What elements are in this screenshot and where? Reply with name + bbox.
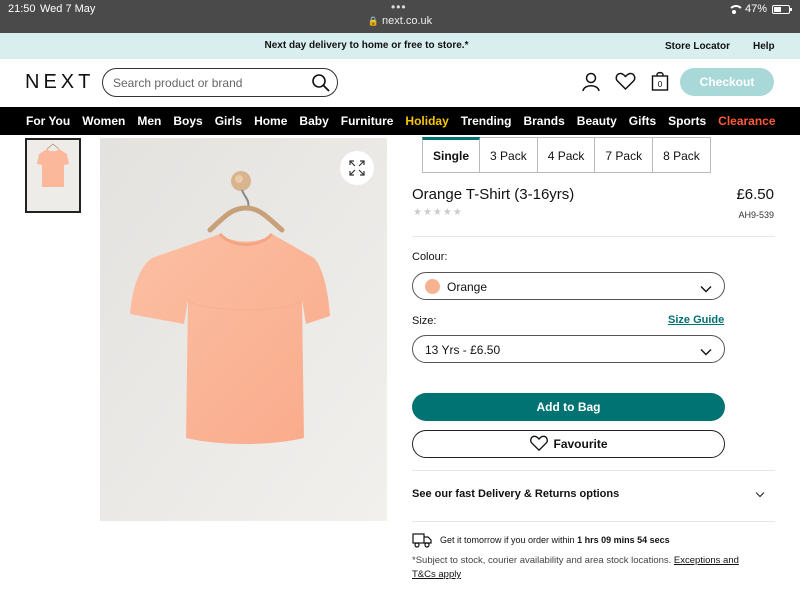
promo-bar: Next day delivery to home or free to sto… — [0, 33, 800, 59]
colour-value: Orange — [447, 280, 488, 294]
size-select[interactable]: 13 Yrs - £6.50 — [412, 335, 725, 363]
size-label: Size: — [412, 315, 437, 327]
battery-fill — [774, 6, 781, 12]
chevron-down-icon — [700, 282, 712, 296]
delivery-countdown: Get it tomorrow if you order within 1 hr… — [440, 535, 670, 545]
heart-icon — [530, 435, 549, 452]
pack-tab-single[interactable]: Single — [422, 137, 481, 173]
colour-label: Colour: — [412, 251, 448, 263]
pack-tab-4-pack[interactable]: 4 Pack — [537, 137, 596, 173]
nav-item-brands[interactable]: Brands — [523, 107, 564, 135]
bag-count: 0 — [658, 80, 663, 89]
checkout-button[interactable]: Checkout — [680, 68, 774, 96]
battery-icon — [772, 4, 792, 14]
promo-message: Next day delivery to home or free to sto… — [264, 40, 469, 51]
nav-item-furniture[interactable]: Furniture — [341, 107, 394, 135]
nav-item-clearance[interactable]: Clearance — [718, 107, 775, 135]
delivery-terms-text: *Subject to stock, courier availability … — [412, 555, 672, 566]
status-date: Wed 7 May — [40, 3, 96, 15]
shopping-bag-icon[interactable]: 0 — [651, 71, 669, 96]
nav-item-girls[interactable]: Girls — [215, 107, 242, 135]
divider — [412, 236, 775, 237]
pack-size-tabs: Single 3 Pack 4 Pack 7 Pack 8 Pack — [422, 137, 711, 173]
nav-item-beauty[interactable]: Beauty — [577, 107, 617, 135]
nav-item-sports[interactable]: Sports — [668, 107, 706, 135]
divider — [412, 470, 775, 471]
delivery-terms: *Subject to stock, courier availability … — [412, 554, 762, 582]
ios-status-bar: 21:50 Wed 7 May ••• 🔒 next.co.uk 47% — [0, 0, 800, 33]
next-logo[interactable]: NEXT — [25, 71, 94, 94]
pack-tab-3-pack[interactable]: 3 Pack — [480, 137, 538, 173]
search-icon[interactable] — [311, 73, 331, 98]
size-value: 13 Yrs - £6.50 — [425, 343, 501, 357]
wifi-icon — [727, 4, 744, 14]
store-locator-link[interactable]: Store Locator — [665, 41, 730, 52]
zoom-expand-button[interactable] — [340, 151, 374, 185]
nav-item-trending[interactable]: Trending — [461, 107, 512, 135]
pack-tab-8-pack[interactable]: 8 Pack — [653, 137, 711, 173]
delivery-returns-toggle[interactable]: See our fast Delivery & Returns options — [412, 488, 619, 500]
search-input[interactable]: Search product or brand — [102, 68, 338, 97]
favourite-label: Favourite — [553, 437, 608, 451]
colour-select[interactable]: Orange — [412, 272, 725, 300]
favourite-button[interactable]: Favourite — [412, 430, 725, 458]
main-nav: For You Women Men Boys Girls Home Baby Furnitur… — [0, 107, 800, 135]
colour-swatch — [425, 279, 440, 294]
favourites-heart-icon[interactable] — [615, 72, 636, 96]
chevron-down-icon — [700, 345, 712, 359]
rating-stars[interactable]: ★★★★★ — [413, 207, 463, 218]
account-icon[interactable] — [582, 72, 600, 97]
add-to-bag-button[interactable]: Add to Bag — [412, 393, 725, 421]
nav-list: For You Women Men Boys Girls Home Baby Furnitur… — [0, 107, 800, 135]
nav-item-baby[interactable]: Baby — [299, 107, 328, 135]
address-url: next.co.uk — [382, 15, 433, 27]
size-guide-link[interactable]: Size Guide — [668, 314, 724, 326]
tab-overview-dots-icon[interactable]: ••• — [391, 0, 407, 14]
battery-percent: 47% — [744, 3, 767, 15]
delivery-truck-icon — [412, 532, 432, 553]
status-time: 21:50 — [8, 3, 36, 15]
nav-item-boys[interactable]: Boys — [173, 107, 202, 135]
nav-item-holiday[interactable]: Holiday — [405, 107, 448, 135]
product-main-image[interactable] — [100, 138, 387, 521]
status-right: 47% — [727, 3, 792, 15]
nav-item-gifts[interactable]: Gifts — [629, 107, 656, 135]
product-sku: AH9-539 — [738, 210, 774, 220]
pack-tab-7-pack[interactable]: 7 Pack — [595, 137, 654, 173]
product-price: £6.50 — [736, 186, 774, 203]
nav-item-men[interactable]: Men — [137, 107, 161, 135]
nav-item-home[interactable]: Home — [254, 107, 287, 135]
lock-icon: 🔒 — [367, 16, 380, 26]
expand-icon — [349, 160, 365, 176]
product-thumbnail[interactable] — [25, 138, 81, 213]
nav-item-for-you[interactable]: For You — [26, 107, 70, 135]
nav-item-women[interactable]: Women — [82, 107, 125, 135]
search-placeholder: Search product or brand — [113, 76, 243, 90]
help-link[interactable]: Help — [753, 41, 775, 52]
chevron-down-icon[interactable] — [755, 485, 765, 503]
delivery-countdown-prefix: Get it tomorrow if you order within — [440, 535, 575, 545]
delivery-countdown-time: 1 hrs 09 mins 54 secs — [577, 535, 670, 545]
address-bar[interactable]: 🔒 next.co.uk — [0, 15, 800, 27]
site-header: NEXT Search product or brand 0 Checkout — [0, 59, 800, 106]
divider — [412, 521, 775, 522]
product-title: Orange T-Shirt (3-16yrs) — [412, 186, 575, 203]
